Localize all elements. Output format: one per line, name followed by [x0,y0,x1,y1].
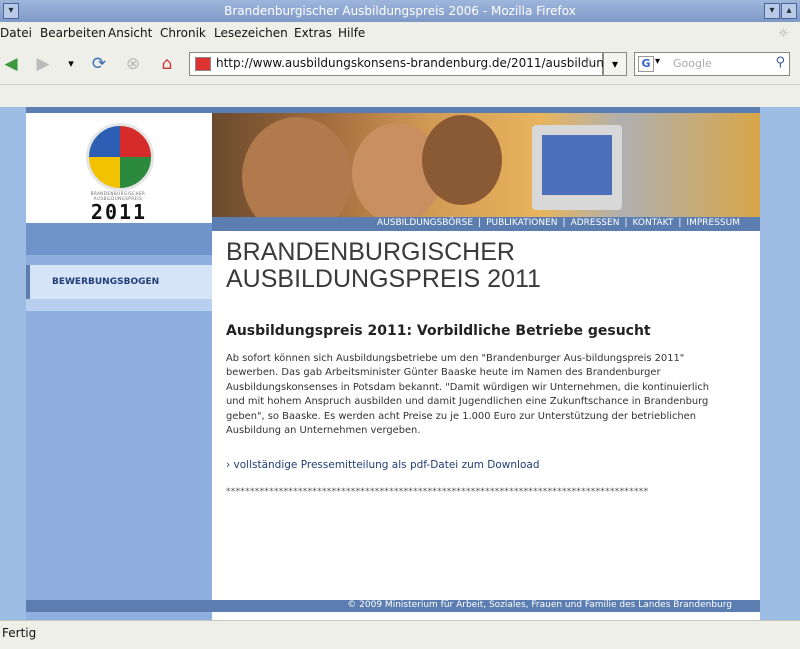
search-icon[interactable]: ⚲ [775,55,785,70]
menu-lesezeichen[interactable]: Lesezeichen [214,26,288,40]
window-title: Brandenburgischer Ausbildungspreis 2006 … [224,4,576,18]
page: BRANDENBURGISCHER AUSBILDUNGSPREIS 2011 … [26,107,760,620]
stop-icon[interactable]: ⊗ [122,54,144,74]
copyright-text: © 2009 Ministerium für Arbeit, Soziales,… [347,600,732,610]
status-bar: Fertig [0,620,800,649]
search-engine-icon[interactable]: G [638,56,654,72]
site-logo[interactable]: BRANDENBURGISCHER AUSBILDUNGSPREIS 2011 [26,113,212,224]
sidebar-item-bewerbungsbogen[interactable]: BEWERBUNGSBOGEN [26,265,212,299]
search-engine-dropdown-icon[interactable]: ▾ [655,56,660,67]
sidebar-item-label: BEWERBUNGSBOGEN [52,277,160,287]
bookmark-star-icon[interactable]: ☆ [583,54,596,72]
nav-adressen[interactable]: ADRESSEN [571,218,620,228]
status-text: Fertig [2,626,37,640]
web-content: BRANDENBURGISCHER AUSBILDUNGSPREIS 2011 … [0,107,800,620]
nav-separator: | [678,218,682,228]
search-placeholder: Google [673,57,712,70]
article-title: Ausbildungspreis 2011: Vorbildliche Betr… [226,323,651,339]
sidebar-header-band [26,223,212,255]
puzzle-logo-icon [86,123,154,191]
home-icon[interactable]: ⌂ [156,54,178,74]
article-body: Ab sofort können sich Ausbildungsbetrieb… [226,353,710,437]
nav-impressum[interactable]: IMPRESSUM [686,218,740,228]
page-footer: © 2009 Ministerium für Arbeit, Soziales,… [26,600,760,612]
main-content: BRANDENBURGISCHER AUSBILDUNGSPREIS 2011 … [212,231,760,600]
url-text[interactable]: http://www.ausbildungskonsens-brandenbur… [216,56,625,70]
dotted-divider: ****************************************… [226,487,649,497]
photo-person-3 [422,115,502,205]
history-dropdown-icon[interactable]: ▾ [60,54,82,74]
top-navigation: AUSBILDUNGSBÖRSE | PUBLIKATIONEN | ADRESSEN |… [212,217,760,231]
nav-ausbildungsboerse[interactable]: AUSBILDUNGSBÖRSE [377,218,473,228]
menu-datei[interactable]: Datei [0,26,32,40]
search-box[interactable]: G ▾ Google ⚲ [634,52,790,76]
logo-year: 2011 [90,200,148,224]
back-icon[interactable]: ◀ [0,54,22,74]
close-button[interactable]: ▴ [781,3,797,19]
nav-separator: | [624,218,628,228]
address-bar[interactable]: http://www.ausbildungskonsens-brandenbur… [189,52,625,76]
sidebar: BEWERBUNGSBOGEN [26,223,212,620]
forward-icon[interactable]: ▶ [32,54,54,74]
menu-chronik[interactable]: Chronik [160,26,206,40]
toolbar-spacer [0,85,800,107]
menu-ansicht[interactable]: Ansicht [108,26,152,40]
menu-extras[interactable]: Extras [294,26,332,40]
site-favicon-icon [195,57,211,71]
photo-monitor-screen [542,135,612,195]
reload-icon[interactable]: ⟳ [88,54,110,74]
press-release-download-link[interactable]: › vollständige Pressemitteilung als pdf-… [226,459,540,471]
nav-separator: | [478,218,482,228]
throbber-icon: ☼ [778,26,789,40]
menu-hilfe[interactable]: Hilfe [338,26,365,40]
sidebar-item-underline [26,299,212,311]
menu-bearbeiten[interactable]: Bearbeiten [40,26,106,40]
nav-publikationen[interactable]: PUBLIKATIONEN [486,218,557,228]
photo-person-1 [242,117,352,217]
nav-separator: | [562,218,566,228]
minimize-button[interactable]: ▾ [764,3,780,19]
page-title: BRANDENBURGISCHER AUSBILDUNGSPREIS 2011 [226,238,541,293]
url-dropdown-icon[interactable]: ▾ [603,52,627,76]
header-photo [212,113,760,217]
menu-bar: Datei Bearbeiten Ansicht Chronik Lesezei… [0,22,800,44]
window-titlebar: ▾ Brandenburgischer Ausbildungspreis 200… [0,0,800,23]
nav-kontakt[interactable]: KONTAKT [632,218,673,228]
